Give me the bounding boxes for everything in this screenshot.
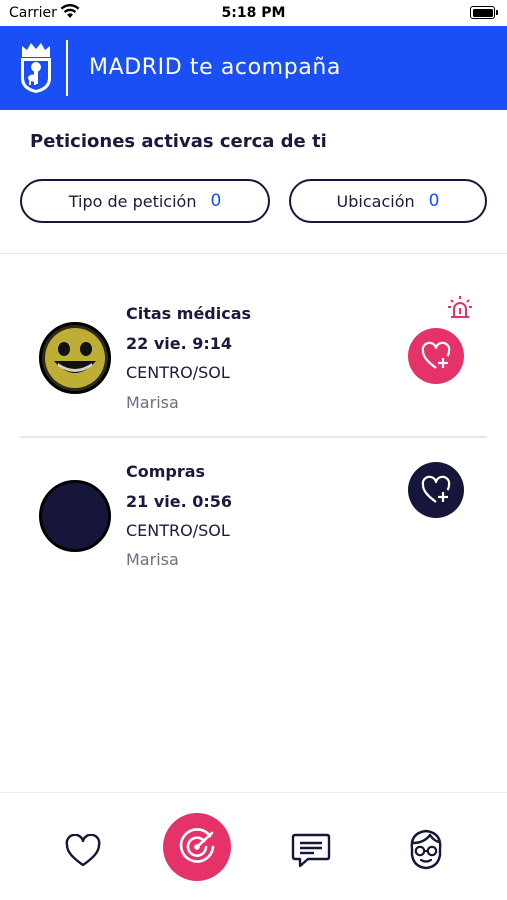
page-title: Peticiones activas cerca de ti [30, 131, 327, 152]
request-type-filter-label: Tipo de petición [68, 191, 197, 211]
location-filter-count: 0 [428, 191, 440, 211]
request-user: Marisa [126, 393, 179, 412]
nav-radar-tab[interactable] [163, 813, 231, 881]
request-location: CENTRO/SOL [126, 363, 230, 382]
status-bar: Carrier 5:18 PM [0, 0, 507, 26]
offer-help-button[interactable] [408, 462, 464, 518]
app-header: MADRID te acompaña [0, 26, 507, 110]
avatar [39, 322, 111, 394]
alarm-icon [448, 296, 472, 318]
madrid-coat-of-arms-icon [21, 43, 51, 93]
battery-icon [470, 6, 498, 19]
location-filter-button[interactable]: Ubicación 0 [289, 179, 487, 223]
heart-plus-icon [421, 475, 451, 503]
divider [0, 253, 507, 254]
request-date: 22 vie. 9:14 [126, 334, 233, 353]
heart-icon [65, 834, 101, 867]
nav-messages-tab[interactable] [288, 828, 334, 874]
heart-plus-icon [421, 341, 451, 369]
clock: 5:18 PM [221, 5, 286, 21]
nav-profile-tab[interactable] [403, 826, 449, 872]
smiley-avatar-icon [42, 325, 108, 391]
request-list-item[interactable]: Citas médicas 22 vie. 9:14 CENTRO/SOL Ma… [0, 290, 507, 436]
profile-icon [410, 829, 442, 870]
radar-icon [179, 828, 215, 863]
chat-icon [291, 833, 331, 868]
app-title: MADRID te acompaña [89, 55, 341, 80]
avatar [39, 480, 111, 552]
request-location: CENTRO/SOL [126, 521, 230, 540]
header-divider [66, 40, 68, 96]
bottom-nav [0, 792, 507, 900]
request-type-filter-button[interactable]: Tipo de petición 0 [20, 179, 270, 223]
divider [20, 436, 487, 438]
nav-favorites-tab[interactable] [60, 828, 106, 874]
offer-help-button[interactable] [408, 328, 464, 384]
location-filter-label: Ubicación [336, 191, 415, 211]
request-date: 21 vie. 0:56 [126, 492, 233, 511]
request-user: Marisa [126, 550, 179, 569]
request-type-filter-count: 0 [210, 191, 222, 211]
request-category: Compras [126, 462, 206, 481]
request-category: Citas médicas [126, 304, 252, 323]
request-list-item[interactable]: Compras 21 vie. 0:56 CENTRO/SOL Marisa [0, 446, 507, 596]
